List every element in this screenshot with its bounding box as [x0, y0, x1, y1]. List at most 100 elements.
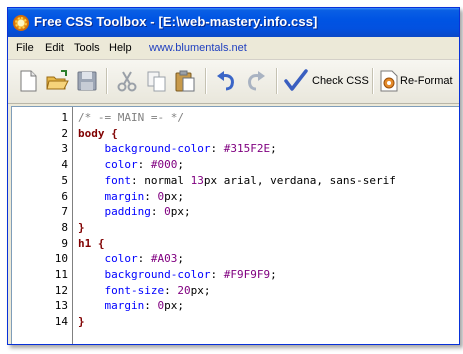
code-token: : [210, 268, 224, 281]
code-token: : [150, 205, 165, 219]
paste-button[interactable] [172, 68, 198, 94]
open-button[interactable] [44, 68, 70, 94]
reformat-button[interactable] [376, 68, 402, 94]
code-token: : [144, 189, 158, 203]
open-folder-icon [46, 70, 69, 90]
new-file-button[interactable] [15, 68, 41, 94]
code-token: px; [164, 189, 184, 203]
code-token: margin [78, 189, 145, 203]
check-css-label[interactable]: Check CSS [312, 75, 369, 87]
code-line[interactable]: margin: 0px; [78, 190, 184, 203]
code-line[interactable]: background-color: #F9F9F9; [78, 268, 277, 281]
line-number: 2 [61, 126, 68, 140]
code-token: ; [177, 158, 184, 172]
line-number: 11 [54, 268, 68, 281]
copy-button[interactable] [144, 68, 170, 94]
line-number: 1 [61, 111, 68, 124]
line-number: 9 [61, 236, 68, 250]
line-number: 13 [54, 299, 68, 313]
code-line[interactable]: background-color: #315F2E; [78, 142, 277, 156]
code-token: } [78, 220, 85, 234]
code-line[interactable]: font-size: 20px; [78, 284, 210, 297]
code-token: } [78, 315, 85, 329]
title-bar[interactable]: Free CSS Toolbox - [E:\web-mastery.info.… [8, 8, 459, 37]
save-button[interactable] [74, 68, 100, 94]
code-line[interactable]: font: normal 13px arial, verdana, sans-s… [78, 173, 396, 187]
line-number: 4 [61, 158, 68, 172]
code-token: ; [270, 268, 277, 281]
line-number-gutter: 1 2 3 4 5 6 7 8 9 10 11 12 13 14 [12, 107, 73, 344]
code-token: : [137, 158, 151, 172]
code-token: 0 [164, 205, 171, 219]
line-number: 5 [61, 173, 68, 187]
code-line[interactable]: padding: 0px; [78, 205, 191, 219]
check-css-icon [284, 69, 308, 91]
code-token: padding [78, 205, 151, 219]
line-number: 14 [54, 315, 68, 329]
code-token: : [144, 299, 158, 313]
code-token: px; [170, 205, 191, 219]
code-line[interactable]: body { [78, 127, 118, 140]
code-token: 13 [190, 173, 204, 187]
code-token: px arial, verdana, sans-serif [203, 173, 396, 187]
reformat-label[interactable]: Re-Format [400, 75, 453, 87]
code-token: font-size [78, 283, 165, 297]
code-line[interactable]: color: #A03; [78, 252, 184, 265]
code-token: body [78, 126, 105, 140]
code-token: #A03 [150, 252, 178, 266]
code-token: #000 [150, 158, 178, 172]
code-line[interactable]: h1 { [78, 237, 105, 250]
redo-button[interactable] [243, 68, 269, 94]
toolbar: Check CSS Re-Format [8, 60, 459, 104]
code-token: #315F2E [223, 142, 271, 156]
code-line[interactable]: } [78, 221, 85, 234]
code-line[interactable]: color: #000; [78, 158, 184, 171]
code-token: font [78, 173, 131, 187]
new-file-icon [20, 70, 37, 92]
menu-tools[interactable]: Tools [74, 42, 100, 54]
code-editor[interactable]: 1 2 3 4 5 6 7 8 9 10 11 12 13 14 /* -= MAIN =- */body… [11, 106, 459, 344]
code-token: : [164, 283, 178, 297]
code-token: /* -= MAIN =- */ [78, 111, 184, 124]
reformat-icon [380, 70, 398, 92]
undo-icon [217, 71, 234, 91]
code-token: background-color [78, 142, 211, 156]
menu-edit[interactable]: Edit [45, 42, 64, 54]
code-token: color [78, 252, 138, 266]
line-number: 10 [54, 252, 68, 266]
app-window: Free CSS Toolbox - [E:\web-mastery.info.… [7, 7, 460, 345]
code-line[interactable]: margin: 0px; [78, 299, 184, 312]
code-token: background-color [78, 268, 211, 281]
code-token: color [78, 158, 138, 172]
app-logo-icon [13, 15, 29, 31]
code-token: ; [270, 142, 277, 156]
menu-website-link[interactable]: www.blumentals.net [149, 42, 247, 54]
redo-icon [248, 71, 265, 91]
line-number: 6 [61, 189, 68, 203]
code-line[interactable]: } [78, 315, 85, 328]
toolbar-separator [106, 68, 108, 94]
toolbar-separator [276, 68, 278, 94]
code-line[interactable]: /* -= MAIN =- */ [78, 111, 184, 124]
menu-help[interactable]: Help [109, 42, 132, 54]
copy-icon [147, 71, 166, 92]
code-token: px; [164, 299, 184, 313]
code-token: : [210, 142, 224, 156]
cut-button[interactable] [114, 68, 140, 94]
code-token: #F9F9F9 [223, 268, 271, 281]
code-token: 20 [177, 283, 191, 297]
undo-button[interactable] [213, 68, 239, 94]
code-token: { [91, 236, 105, 250]
line-number: 7 [61, 205, 68, 219]
line-number: 12 [54, 283, 68, 297]
window-title: Free CSS Toolbox - [E:\web-mastery.info.… [34, 14, 318, 29]
line-number: 3 [61, 142, 68, 156]
code-token: : [137, 252, 151, 266]
menu-file[interactable]: File [16, 42, 34, 54]
code-token: px; [190, 283, 211, 297]
cut-icon [117, 71, 137, 92]
code-token: h1 [78, 236, 92, 250]
save-icon [77, 71, 97, 91]
code-token: margin [78, 299, 145, 313]
code-token: { [104, 126, 118, 140]
